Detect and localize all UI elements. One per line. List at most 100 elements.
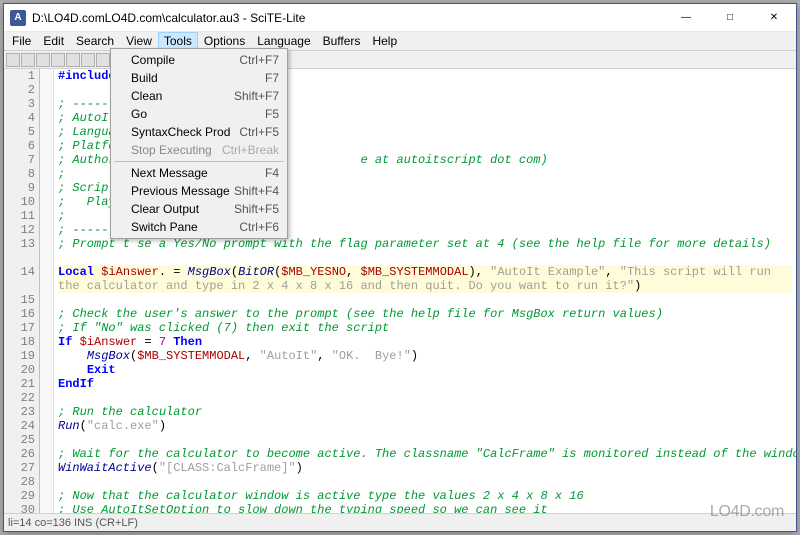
- code-line[interactable]: [58, 293, 792, 307]
- code-line[interactable]: ; Wait for the calculator to become acti…: [58, 447, 792, 461]
- code-line[interactable]: Local $iAnswer. = MsgBox(BitOR($MB_YESNO…: [58, 265, 792, 293]
- line-number: 24: [4, 419, 35, 433]
- line-number: 18: [4, 335, 35, 349]
- code-line[interactable]: MsgBox($MB_SYSTEMMODAL, "AutoIt", "OK. B…: [58, 349, 792, 363]
- line-number: 15: [4, 293, 35, 307]
- menu-item-clear-output[interactable]: Clear OutputShift+F5: [113, 200, 285, 218]
- menu-item-stop-executing: Stop ExecutingCtrl+Break: [113, 141, 285, 159]
- line-number: 3: [4, 97, 35, 111]
- code-line[interactable]: Exit: [58, 363, 792, 377]
- line-number: 19: [4, 349, 35, 363]
- close-button[interactable]: ✕: [752, 4, 796, 32]
- line-number-continuation: [4, 279, 35, 293]
- code-line[interactable]: ; Prompt t se a Yes/No prompt with the f…: [58, 237, 792, 265]
- menu-item-previous-message[interactable]: Previous MessageShift+F4: [113, 182, 285, 200]
- minimize-button[interactable]: —: [664, 4, 708, 32]
- line-number: 7: [4, 153, 35, 167]
- menu-item-edit[interactable]: Edit: [37, 32, 70, 50]
- code-line[interactable]: ; Now that the calculator window is acti…: [58, 489, 792, 503]
- menu-item-syntaxcheck-prod[interactable]: SyntaxCheck ProdCtrl+F5: [113, 123, 285, 141]
- menu-item-shortcut: Ctrl+Break: [222, 143, 279, 157]
- tools-menu-dropdown: CompileCtrl+F7BuildF7CleanShift+F7GoF5Sy…: [110, 48, 288, 239]
- line-number: 23: [4, 405, 35, 419]
- line-number: 22: [4, 391, 35, 405]
- code-line[interactable]: ; Use AutoItSetOption to slow down the t…: [58, 503, 792, 513]
- menu-separator: [114, 161, 284, 162]
- line-number: 26: [4, 447, 35, 461]
- line-number: 1: [4, 69, 35, 83]
- toolbar-button[interactable]: [6, 53, 20, 67]
- line-number-continuation: [4, 251, 35, 265]
- menu-item-shortcut: F7: [265, 71, 279, 85]
- line-number-gutter: 1234567891011121314151617181920212223242…: [4, 69, 40, 513]
- line-number: 27: [4, 461, 35, 475]
- line-number: 10: [4, 195, 35, 209]
- titlebar: A D:\LO4D.comLO4D.com\calculator.au3 - S…: [4, 4, 796, 32]
- menu-item-compile[interactable]: CompileCtrl+F7: [113, 51, 285, 69]
- menu-item-label: Build: [131, 71, 265, 85]
- statusbar: li=14 co=136 INS (CR+LF): [4, 513, 796, 531]
- line-number: 29: [4, 489, 35, 503]
- line-number: 4: [4, 111, 35, 125]
- menu-item-shortcut: Ctrl+F7: [239, 53, 279, 67]
- menu-item-help[interactable]: Help: [366, 32, 403, 50]
- menu-item-label: Clean: [131, 89, 234, 103]
- menu-item-shortcut: Shift+F7: [234, 89, 279, 103]
- line-number: 11: [4, 209, 35, 223]
- code-line[interactable]: WinWaitActive("[CLASS:CalcFrame]"): [58, 461, 792, 475]
- menu-item-go[interactable]: GoF5: [113, 105, 285, 123]
- code-line[interactable]: [58, 391, 792, 405]
- window-controls: — □ ✕: [664, 4, 796, 32]
- line-number: 28: [4, 475, 35, 489]
- menu-item-shortcut: Shift+F4: [234, 184, 279, 198]
- menu-item-build[interactable]: BuildF7: [113, 69, 285, 87]
- menu-item-shortcut: Ctrl+F5: [239, 125, 279, 139]
- line-number: 25: [4, 433, 35, 447]
- line-number: 8: [4, 167, 35, 181]
- toolbar-button[interactable]: [51, 53, 65, 67]
- code-line[interactable]: EndIf: [58, 377, 792, 391]
- status-text: li=14 co=136 INS (CR+LF): [8, 517, 138, 529]
- code-line[interactable]: Run("calc.exe"): [58, 419, 792, 433]
- menu-item-label: SyntaxCheck Prod: [131, 125, 239, 139]
- menu-item-shortcut: F5: [265, 107, 279, 121]
- watermark: LO4D.com: [710, 503, 784, 521]
- toolbar-button[interactable]: [66, 53, 80, 67]
- line-number: 16: [4, 307, 35, 321]
- menu-item-label: Previous Message: [131, 184, 234, 198]
- line-number: 2: [4, 83, 35, 97]
- code-line[interactable]: ; If "No" was clicked (7) then exit the …: [58, 321, 792, 335]
- code-line[interactable]: [58, 433, 792, 447]
- toolbar-button[interactable]: [81, 53, 95, 67]
- menu-item-label: Go: [131, 107, 265, 121]
- menu-item-switch-pane[interactable]: Switch PaneCtrl+F6: [113, 218, 285, 236]
- line-number: 14: [4, 265, 35, 279]
- code-line[interactable]: ; Run the calculator: [58, 405, 792, 419]
- app-icon: A: [10, 10, 26, 26]
- menu-item-shortcut: Shift+F5: [234, 202, 279, 216]
- toolbar-button[interactable]: [21, 53, 35, 67]
- line-number: 20: [4, 363, 35, 377]
- toolbar-button[interactable]: [36, 53, 50, 67]
- code-line[interactable]: If $iAnswer = 7 Then: [58, 335, 792, 349]
- window-title: D:\LO4D.comLO4D.com\calculator.au3 - Sci…: [32, 11, 664, 25]
- line-number: 6: [4, 139, 35, 153]
- menu-item-shortcut: F4: [265, 166, 279, 180]
- menu-item-label: Next Message: [131, 166, 265, 180]
- menu-item-clean[interactable]: CleanShift+F7: [113, 87, 285, 105]
- maximize-button[interactable]: □: [708, 4, 752, 32]
- menu-item-next-message[interactable]: Next MessageF4: [113, 164, 285, 182]
- line-number: 17: [4, 321, 35, 335]
- menu-item-file[interactable]: File: [6, 32, 37, 50]
- menu-item-label: Compile: [131, 53, 239, 67]
- fold-margin[interactable]: [40, 69, 54, 513]
- menu-item-label: Clear Output: [131, 202, 234, 216]
- line-number: 21: [4, 377, 35, 391]
- line-number: 30: [4, 503, 35, 513]
- code-line[interactable]: [58, 475, 792, 489]
- toolbar-button[interactable]: [96, 53, 110, 67]
- menu-item-buffers[interactable]: Buffers: [317, 32, 367, 50]
- menu-item-label: Stop Executing: [131, 143, 222, 157]
- code-line[interactable]: ; Check the user's answer to the prompt …: [58, 307, 792, 321]
- menu-item-shortcut: Ctrl+F6: [239, 220, 279, 234]
